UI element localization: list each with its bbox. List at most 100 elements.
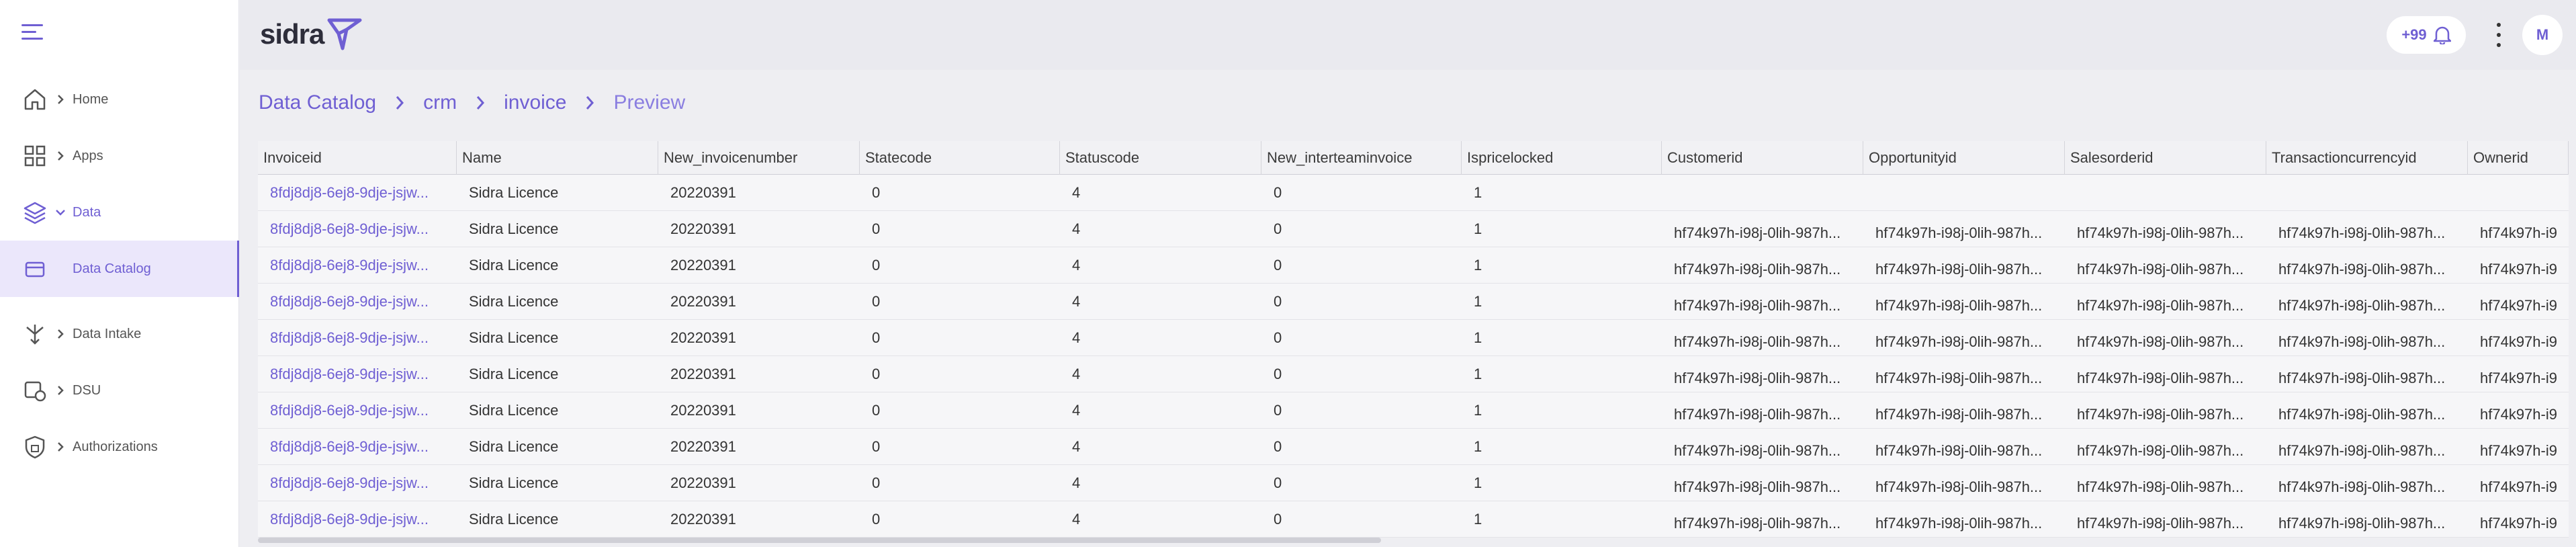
table-cell-ownerid: hf74k97h-i9: [2480, 442, 2557, 459]
table-cell-ownerid: [2468, 175, 2569, 211]
table-cell-ispricelocked: 1: [1474, 220, 1482, 237]
table-row[interactable]: 8fdj8dj8-6ej8-9dje-jsjw... Sidra Licence 2…: [258, 211, 2569, 247]
column-header-invoiceid[interactable]: Invoiceid: [258, 141, 457, 175]
table-row[interactable]: 8fdj8dj8-6ej8-9dje-jsjw... Sidra Licence 2…: [258, 284, 2569, 320]
table-cell-statuscode: 4: [1072, 184, 1081, 201]
table-cell-transactioncurrencyid: [2266, 175, 2468, 211]
table-cell-new_invoicenumber: 20220391: [670, 220, 736, 237]
more-options-icon[interactable]: [2495, 23, 2502, 47]
table-cell-name: Sidra Licence: [469, 257, 559, 274]
table-cell-salesorderid: hf74k97h-i98j-0lih-987h...: [2077, 370, 2244, 386]
column-header-ownerid[interactable]: Ownerid: [2468, 141, 2569, 175]
table-cell-ispricelocked: 1: [1474, 511, 1482, 528]
table-cell-new_invoicenumber: 20220391: [670, 257, 736, 274]
table-cell-invoiceid[interactable]: 8fdj8dj8-6ej8-9dje-jsjw...: [258, 320, 457, 356]
table-cell-new_interteaminvoice: 0: [1274, 438, 1282, 455]
table-cell-new_interteaminvoice: 0: [1274, 293, 1282, 310]
breadcrumb-item-crm[interactable]: crm: [423, 91, 457, 114]
top-header: sidra +99 M: [240, 0, 2576, 70]
sidebar-item-data[interactable]: Data: [0, 184, 239, 241]
table-row[interactable]: 8fdj8dj8-6ej8-9dje-jsjw... Sidra Licence 2…: [258, 356, 2569, 392]
sidebar-item-apps[interactable]: Apps: [0, 128, 239, 184]
column-header-salesorderid[interactable]: Salesorderid: [2065, 141, 2266, 175]
dsu-icon: [21, 377, 48, 404]
table-row[interactable]: 8fdj8dj8-6ej8-9dje-jsjw... Sidra Licence 2…: [258, 429, 2569, 465]
layers-icon: [21, 199, 48, 226]
table-cell-ownerid: hf74k97h-i9: [2480, 515, 2557, 532]
table-row[interactable]: 8fdj8dj8-6ej8-9dje-jsjw... Sidra Licence 2…: [258, 465, 2569, 501]
table-cell-name: Sidra Licence: [469, 366, 559, 382]
table-row[interactable]: 8fdj8dj8-6ej8-9dje-jsjw... Sidra Licence 2…: [258, 392, 2569, 429]
column-header-new_invoicenumber[interactable]: New_invoicenumber: [658, 141, 860, 175]
breadcrumb-item-invoice[interactable]: invoice: [504, 91, 566, 114]
chevron-right-icon: [54, 328, 67, 340]
table-cell-new_invoicenumber: 20220391: [670, 511, 736, 528]
table-cell-new_interteaminvoice: 0: [1274, 220, 1282, 237]
column-header-name[interactable]: Name: [457, 141, 658, 175]
sidebar-item-data-intake[interactable]: Data Intake: [0, 306, 239, 362]
table-cell-ownerid: hf74k97h-i9: [2480, 261, 2557, 278]
table-cell-opportunityid: hf74k97h-i98j-0lih-987h...: [1875, 224, 2043, 241]
logo-mark-icon: [327, 18, 362, 50]
table-cell-name: Sidra Licence: [469, 329, 559, 346]
breadcrumb-item-preview: Preview: [613, 91, 686, 114]
column-header-transactioncurrencyid[interactable]: Transactioncurrencyid: [2266, 141, 2468, 175]
column-header-customerid[interactable]: Customerid: [1662, 141, 1863, 175]
table-cell-statuscode: 4: [1072, 474, 1081, 491]
breadcrumb-item-data-catalog[interactable]: Data Catalog: [259, 91, 376, 114]
table-cell-invoiceid[interactable]: 8fdj8dj8-6ej8-9dje-jsjw...: [258, 284, 457, 320]
table-cell-invoiceid[interactable]: 8fdj8dj8-6ej8-9dje-jsjw...: [258, 501, 457, 538]
table-cell-statecode: 0: [872, 474, 881, 491]
table-cell-name: Sidra Licence: [469, 184, 559, 201]
table-row[interactable]: 8fdj8dj8-6ej8-9dje-jsjw... Sidra Licence 2…: [258, 501, 2569, 538]
table-cell-ownerid: hf74k97h-i9: [2480, 478, 2557, 495]
table-cell-invoiceid[interactable]: 8fdj8dj8-6ej8-9dje-jsjw...: [258, 247, 457, 284]
table-cell-new_interteaminvoice: 0: [1274, 474, 1282, 491]
horizontal-scrollbar[interactable]: [258, 538, 1381, 543]
table-cell-invoiceid[interactable]: 8fdj8dj8-6ej8-9dje-jsjw...: [258, 392, 457, 429]
table-cell-statecode: 0: [872, 511, 881, 528]
table-cell-ispricelocked: 1: [1474, 402, 1482, 419]
table-cell-invoiceid[interactable]: 8fdj8dj8-6ej8-9dje-jsjw...: [258, 465, 457, 501]
table-cell-statecode: 0: [872, 184, 881, 201]
avatar[interactable]: M: [2522, 15, 2563, 55]
table-row[interactable]: 8fdj8dj8-6ej8-9dje-jsjw... Sidra Licence 2…: [258, 175, 2569, 211]
table-cell-invoiceid[interactable]: 8fdj8dj8-6ej8-9dje-jsjw...: [258, 356, 457, 392]
table-header: Invoiceid Name New_invoicenumber Statecode S…: [258, 141, 2569, 175]
table-cell-transactioncurrencyid: hf74k97h-i98j-0lih-987h...: [2278, 370, 2446, 386]
sidebar-item-data-catalog[interactable]: Data Catalog: [0, 241, 239, 297]
table-cell-invoiceid[interactable]: 8fdj8dj8-6ej8-9dje-jsjw...: [258, 175, 457, 211]
preview-table: Invoiceid Name New_invoicenumber Statecode S…: [258, 141, 2569, 539]
column-header-opportunityid[interactable]: Opportunityid: [1863, 141, 2065, 175]
table-cell-statecode: 0: [872, 438, 881, 455]
table-cell-salesorderid: hf74k97h-i98j-0lih-987h...: [2077, 297, 2244, 314]
sidebar: Home Apps Data Data Catalog Data Intake DSU Au…: [0, 0, 239, 547]
table-cell-new_interteaminvoice: 0: [1274, 329, 1282, 346]
menu-icon[interactable]: [21, 24, 43, 46]
table-cell-new_invoicenumber: 20220391: [670, 329, 736, 346]
table-cell-customerid: hf74k97h-i98j-0lih-987h...: [1674, 442, 1841, 459]
table-cell-invoiceid[interactable]: 8fdj8dj8-6ej8-9dje-jsjw...: [258, 211, 457, 247]
column-header-new_interteaminvoice[interactable]: New_interteaminvoice: [1261, 141, 1462, 175]
notifications-count: +99: [2401, 26, 2427, 43]
table-cell-statecode: 0: [872, 402, 881, 419]
table-row[interactable]: 8fdj8dj8-6ej8-9dje-jsjw... Sidra Licence 2…: [258, 320, 2569, 356]
column-header-ispricelocked[interactable]: Ispricelocked: [1462, 141, 1662, 175]
table-cell-statuscode: 4: [1072, 402, 1081, 419]
column-header-statecode[interactable]: Statecode: [860, 141, 1060, 175]
table-cell-ownerid: hf74k97h-i9: [2480, 333, 2557, 350]
table-cell-ownerid: hf74k97h-i9: [2480, 406, 2557, 423]
table-row[interactable]: 8fdj8dj8-6ej8-9dje-jsjw... Sidra Licence 2…: [258, 247, 2569, 284]
table-cell-opportunityid: hf74k97h-i98j-0lih-987h...: [1875, 406, 2043, 423]
table-cell-invoiceid[interactable]: 8fdj8dj8-6ej8-9dje-jsjw...: [258, 429, 457, 465]
column-header-statuscode[interactable]: Statuscode: [1060, 141, 1261, 175]
table-cell-statuscode: 4: [1072, 329, 1081, 346]
notifications-button[interactable]: +99: [2387, 16, 2466, 54]
sidebar-item-home[interactable]: Home: [0, 71, 239, 128]
sidebar-item-dsu[interactable]: DSU: [0, 362, 239, 419]
app-logo[interactable]: sidra: [260, 13, 365, 55]
table-cell-ownerid: hf74k97h-i9: [2480, 297, 2557, 314]
sidebar-item-authorizations[interactable]: Authorizations: [0, 419, 239, 475]
table-cell-ispricelocked: 1: [1474, 257, 1482, 274]
table-cell-ownerid: hf74k97h-i9: [2480, 370, 2557, 386]
